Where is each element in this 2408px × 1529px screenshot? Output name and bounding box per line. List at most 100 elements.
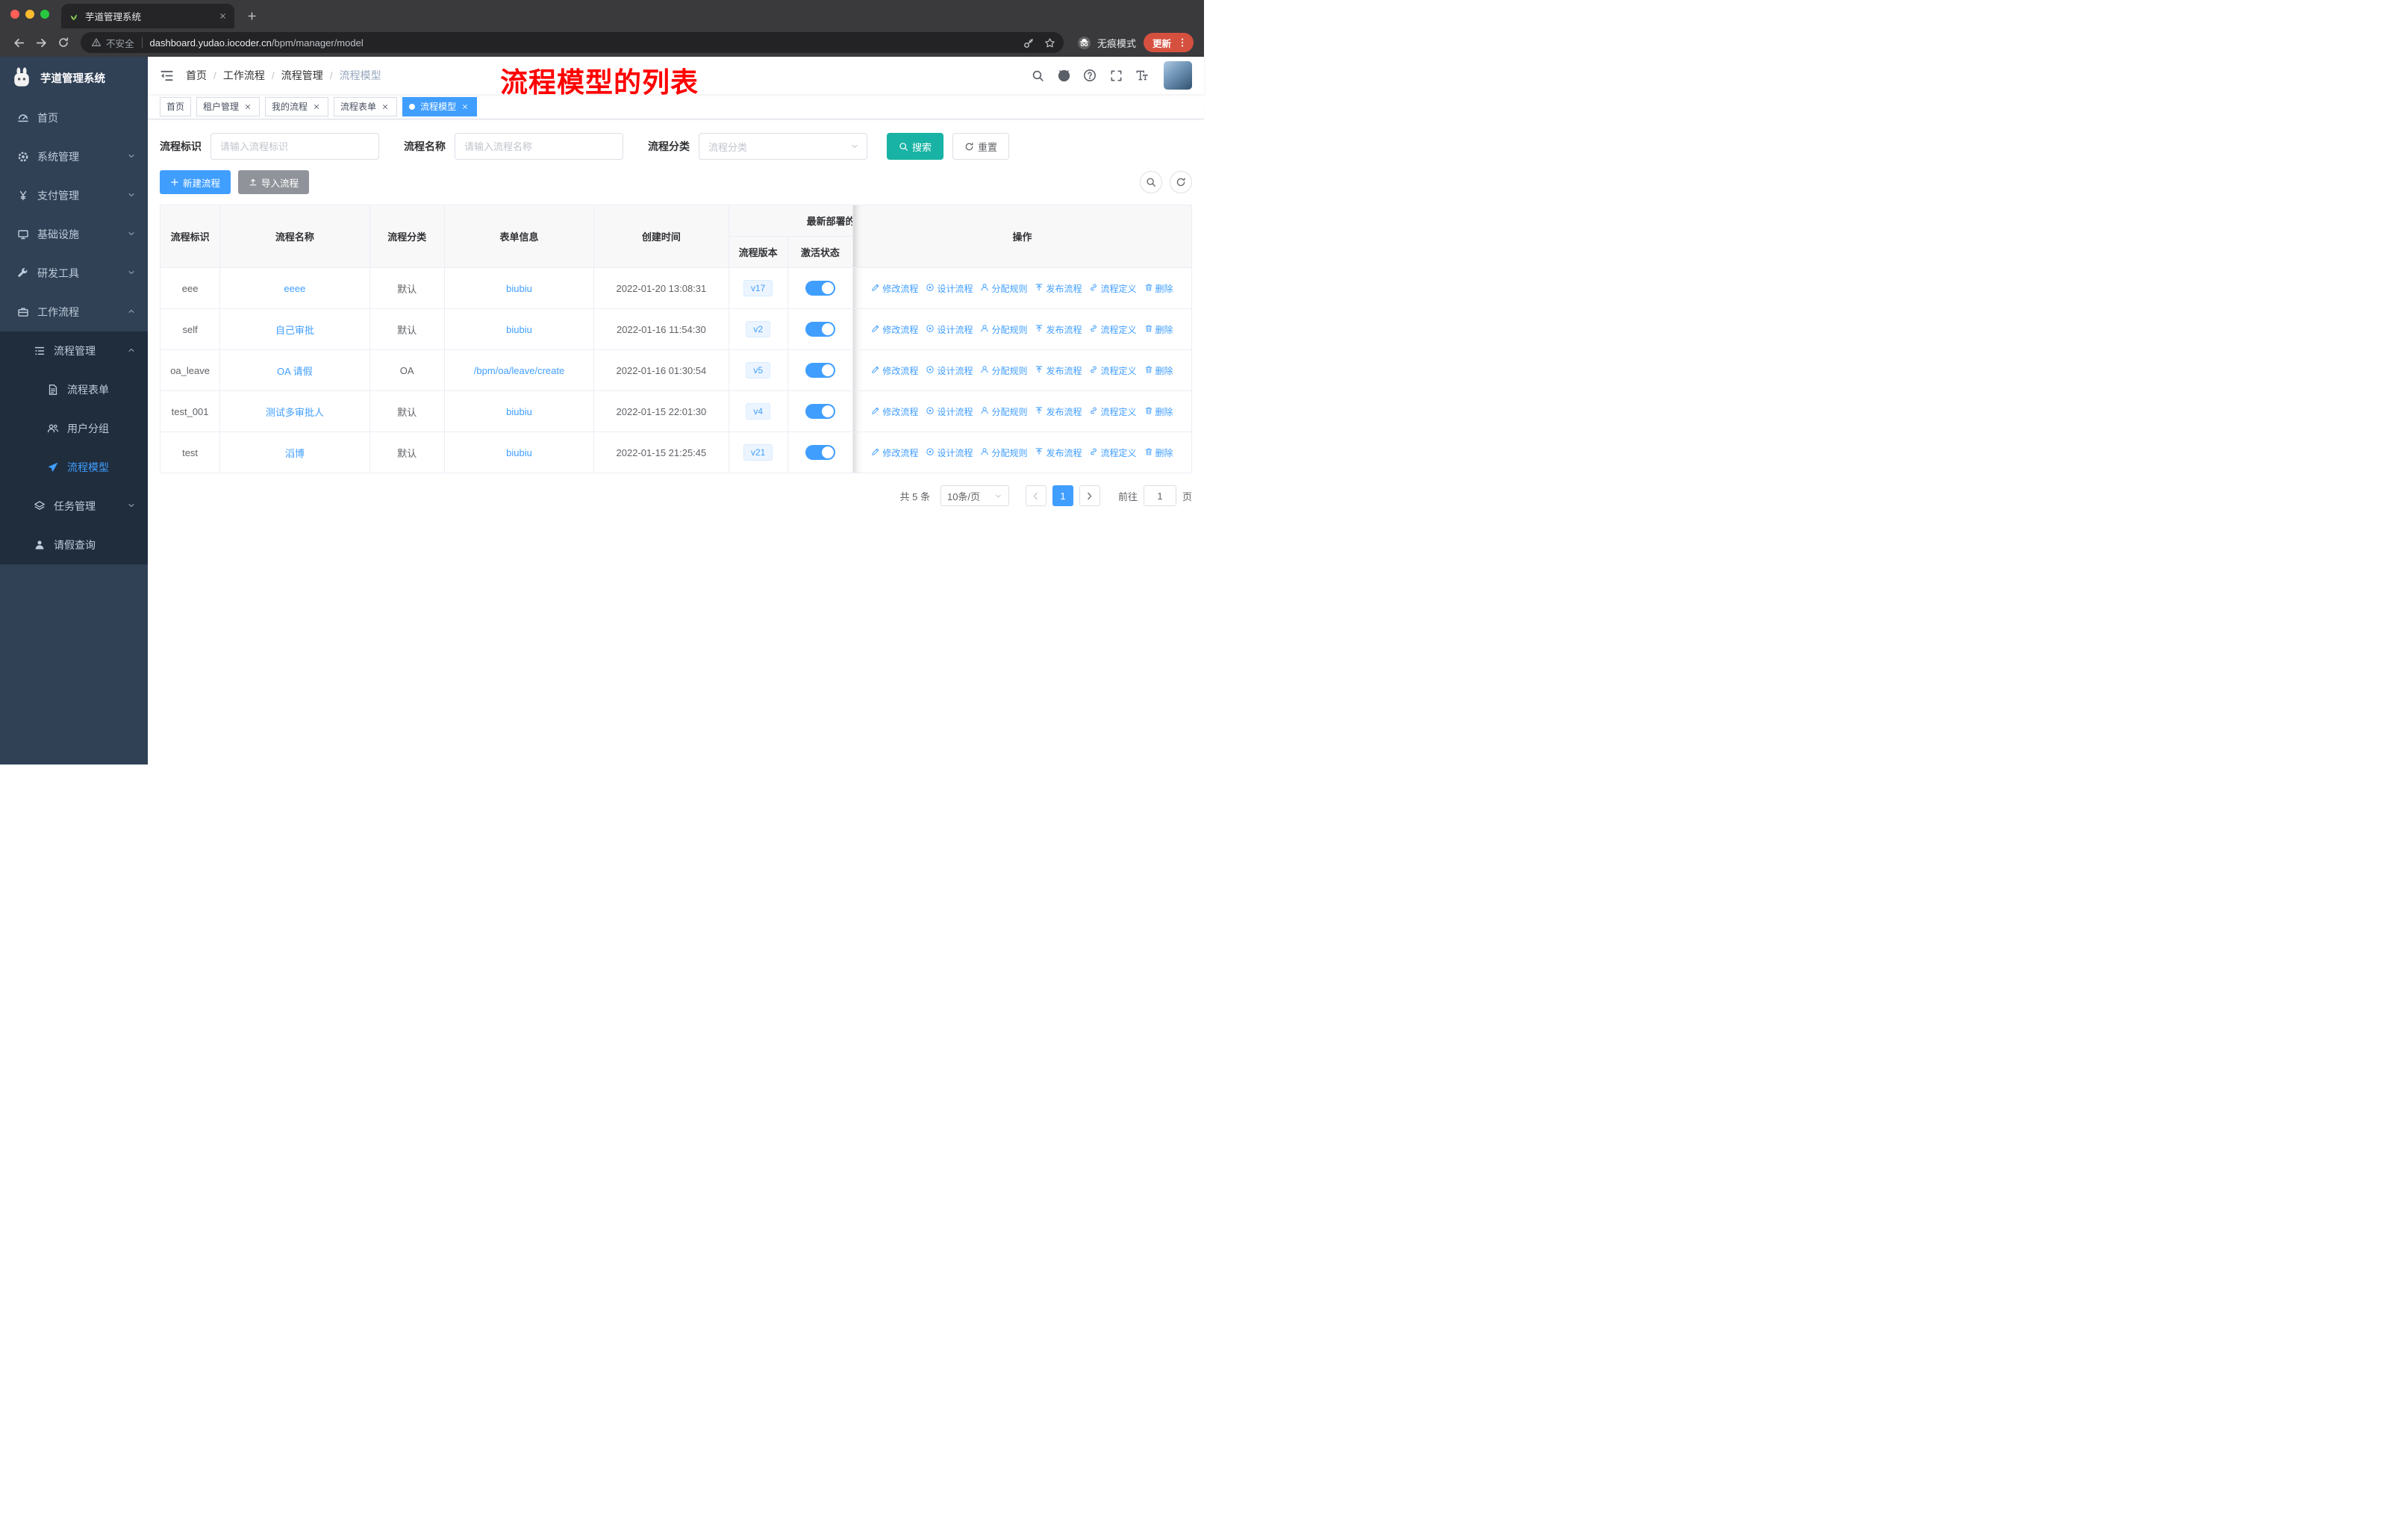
action-assign-rule[interactable]: 分配规则 xyxy=(980,323,1027,336)
process-name-link[interactable]: OA 请假 xyxy=(277,366,313,377)
reload-button[interactable] xyxy=(52,31,75,54)
not-secure-badge[interactable]: 不安全 xyxy=(91,36,134,50)
action-delete-process[interactable]: 删除 xyxy=(1144,282,1173,295)
sidebar-item-dev-tools[interactable]: 研发工具 xyxy=(0,254,148,293)
sidebar-item-user-group[interactable]: 用户分组 xyxy=(0,409,148,448)
tag-home[interactable]: 首页 xyxy=(160,96,192,116)
github-icon[interactable] xyxy=(1055,67,1072,84)
sidebar-item-process-model[interactable]: 流程模型 xyxy=(0,448,148,487)
form-info-link[interactable]: biubiu xyxy=(506,324,532,335)
process-name-link[interactable]: 测试多审批人 xyxy=(266,407,324,418)
tab-close-icon[interactable] xyxy=(219,12,227,20)
help-icon[interactable] xyxy=(1082,67,1098,84)
close-icon[interactable] xyxy=(460,102,470,112)
action-design-process[interactable]: 设计流程 xyxy=(926,323,973,336)
address-bar[interactable]: 不安全 dashboard.yudao.iocoder.cn/bpm/manag… xyxy=(81,32,1064,53)
page-size-select[interactable]: 10条/页 xyxy=(940,485,1009,506)
action-publish-process[interactable]: 发布流程 xyxy=(1035,364,1082,377)
action-process-definition[interactable]: 流程定义 xyxy=(1089,323,1137,336)
browser-tab[interactable]: 芋道管理系统 xyxy=(61,4,234,28)
action-publish-process[interactable]: 发布流程 xyxy=(1035,446,1082,459)
process-name-link[interactable]: 自己审批 xyxy=(275,325,314,336)
action-process-definition[interactable]: 流程定义 xyxy=(1089,364,1137,377)
refresh-table-button[interactable] xyxy=(1170,171,1192,193)
breadcrumb-item-workflow[interactable]: 工作流程 xyxy=(223,68,265,83)
action-process-definition[interactable]: 流程定义 xyxy=(1089,405,1137,418)
tag-tenant-management[interactable]: 租户管理 xyxy=(196,96,261,116)
tag-process-model[interactable]: 流程模型 xyxy=(402,96,478,116)
action-publish-process[interactable]: 发布流程 xyxy=(1035,405,1082,418)
browser-menu-dots-icon[interactable] xyxy=(1174,34,1191,51)
form-info-link[interactable]: biubiu xyxy=(506,406,532,417)
create-process-button[interactable]: 新建流程 xyxy=(160,170,231,194)
bookmark-star-icon[interactable] xyxy=(1040,32,1061,53)
action-design-process[interactable]: 设计流程 xyxy=(926,282,973,295)
password-key-icon[interactable] xyxy=(1019,32,1040,53)
window-minimize-button[interactable] xyxy=(25,10,34,19)
form-info-link[interactable]: biubiu xyxy=(506,283,532,294)
action-edit-process[interactable]: 修改流程 xyxy=(871,282,918,295)
process-name-input[interactable] xyxy=(455,133,623,160)
search-icon[interactable] xyxy=(1029,67,1046,84)
action-assign-rule[interactable]: 分配规则 xyxy=(980,364,1027,377)
active-toggle[interactable] xyxy=(805,363,835,378)
process-name-link[interactable]: 滔博 xyxy=(285,448,305,459)
search-button[interactable]: 搜索 xyxy=(887,133,944,160)
sidebar-item-process-form[interactable]: 流程表单 xyxy=(0,370,148,409)
prev-page-button[interactable] xyxy=(1025,485,1047,506)
action-design-process[interactable]: 设计流程 xyxy=(926,405,973,418)
action-delete-process[interactable]: 删除 xyxy=(1144,364,1173,377)
active-toggle[interactable] xyxy=(805,281,835,296)
action-publish-process[interactable]: 发布流程 xyxy=(1035,323,1082,336)
goto-page-input[interactable] xyxy=(1143,485,1176,506)
action-delete-process[interactable]: 删除 xyxy=(1144,446,1173,459)
breadcrumb-item-process-management[interactable]: 流程管理 xyxy=(281,68,323,83)
action-assign-rule[interactable]: 分配规则 xyxy=(980,446,1027,459)
process-category-select[interactable]: 流程分类 xyxy=(699,133,867,160)
action-edit-process[interactable]: 修改流程 xyxy=(871,446,918,459)
form-info-link[interactable]: /bpm/oa/leave/create xyxy=(474,365,564,376)
action-edit-process[interactable]: 修改流程 xyxy=(871,364,918,377)
close-icon[interactable] xyxy=(380,102,390,112)
new-tab-button[interactable] xyxy=(240,4,263,27)
sidebar-item-workflow[interactable]: 工作流程 xyxy=(0,293,148,331)
sidebar-item-process-management[interactable]: 流程管理 xyxy=(0,331,148,370)
window-close-button[interactable] xyxy=(10,10,19,19)
action-publish-process[interactable]: 发布流程 xyxy=(1035,282,1082,295)
action-assign-rule[interactable]: 分配规则 xyxy=(980,405,1027,418)
import-process-button[interactable]: 导入流程 xyxy=(238,170,310,194)
action-design-process[interactable]: 设计流程 xyxy=(926,446,973,459)
sidebar-item-payment-management[interactable]: 支付管理 xyxy=(0,176,148,215)
action-design-process[interactable]: 设计流程 xyxy=(926,364,973,377)
reset-button[interactable]: 重置 xyxy=(952,133,1010,160)
sidebar-item-home[interactable]: 首页 xyxy=(0,99,148,137)
process-name-link[interactable]: eeee xyxy=(284,283,305,294)
toggle-search-button[interactable] xyxy=(1140,171,1162,193)
avatar[interactable] xyxy=(1164,61,1192,90)
next-page-button[interactable] xyxy=(1079,485,1100,506)
fullscreen-icon[interactable] xyxy=(1108,67,1124,84)
action-process-definition[interactable]: 流程定义 xyxy=(1089,282,1137,295)
active-toggle[interactable] xyxy=(805,445,835,460)
page-1-button[interactable]: 1 xyxy=(1052,485,1073,506)
sidebar-item-task-management[interactable]: 任务管理 xyxy=(0,487,148,526)
close-icon[interactable] xyxy=(243,102,253,112)
action-process-definition[interactable]: 流程定义 xyxy=(1089,446,1137,459)
close-icon[interactable] xyxy=(311,102,322,112)
sidebar-item-system-management[interactable]: 系统管理 xyxy=(0,137,148,176)
active-toggle[interactable] xyxy=(805,322,835,337)
forward-button[interactable] xyxy=(30,31,52,54)
process-id-input[interactable] xyxy=(210,133,379,160)
window-zoom-button[interactable] xyxy=(40,10,49,19)
font-size-icon[interactable] xyxy=(1134,67,1150,84)
app-logo[interactable]: 芋道管理系统 xyxy=(0,57,148,99)
action-assign-rule[interactable]: 分配规则 xyxy=(980,282,1027,295)
collapse-sidebar-icon[interactable] xyxy=(160,69,174,83)
breadcrumb-item-home[interactable]: 首页 xyxy=(186,68,207,83)
tag-process-form[interactable]: 流程表单 xyxy=(334,96,398,116)
update-button[interactable]: 更新 xyxy=(1143,33,1194,52)
action-delete-process[interactable]: 删除 xyxy=(1144,323,1173,336)
back-button[interactable] xyxy=(7,31,30,54)
action-edit-process[interactable]: 修改流程 xyxy=(871,405,918,418)
form-info-link[interactable]: biubiu xyxy=(506,447,532,458)
